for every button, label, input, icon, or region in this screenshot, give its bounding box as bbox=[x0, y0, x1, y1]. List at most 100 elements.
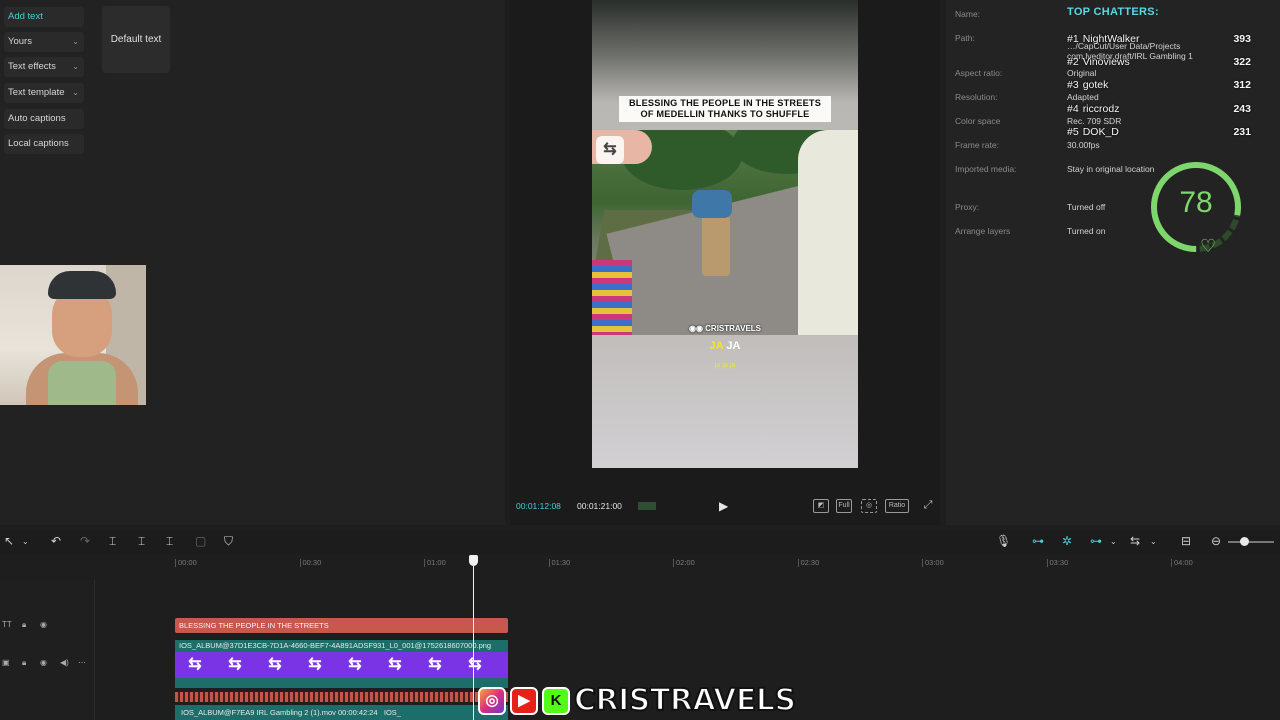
clip-thumbnail-icon: ⇆ bbox=[308, 656, 322, 673]
clip-thumbnail-icon: ⇆ bbox=[268, 656, 282, 673]
text-template-button[interactable]: Text template ⌄ bbox=[4, 83, 84, 103]
split-right-icon[interactable]: ⌶ bbox=[166, 534, 173, 549]
app-logo-icon: ⇆ bbox=[596, 136, 624, 164]
chatter-row: #5 DOK_D 231 bbox=[1067, 126, 1251, 138]
video-caption-line-2: OF MEDELLIN THANKS TO SHUFFLE bbox=[640, 109, 810, 119]
detail-label: Arrange layers bbox=[955, 226, 1011, 236]
chevron-down-icon: ⌄ bbox=[72, 37, 79, 46]
eye-icon[interactable]: ◉ bbox=[40, 620, 47, 629]
caption-icon[interactable]: ⊟ bbox=[1181, 534, 1191, 548]
chatter-name: gotek bbox=[1082, 79, 1109, 91]
webcam-feed bbox=[0, 265, 146, 405]
subtitle-rest: JA bbox=[726, 340, 741, 352]
zoom-slider[interactable] bbox=[1228, 541, 1274, 543]
ruler-tick: 01:30 bbox=[548, 558, 571, 567]
auto-captions-button[interactable]: Auto captions bbox=[4, 109, 84, 129]
detail-value: Rec. 709 SDR bbox=[1067, 116, 1122, 126]
timecode-total: 00:01:21:00 bbox=[577, 501, 622, 511]
timeline-toolbar: ↖ ⌄ ↶ ↷ ⌶ ⌶ ⌶ ▢ ⛉ 🎙 ⊶ ✲ ⊶ ⌄ ⇆ ⌄ ⊟ ⊖ bbox=[0, 530, 1280, 554]
chatter-points: 243 bbox=[1233, 103, 1251, 115]
video-person-shorts bbox=[692, 190, 732, 218]
main-track-magnet-icon[interactable]: ⊶ bbox=[1032, 534, 1044, 548]
ratio-button[interactable]: Ratio bbox=[885, 499, 909, 513]
yours-button[interactable]: Yours ⌄ bbox=[4, 32, 84, 52]
bottom-clip-suffix: IOS_ bbox=[383, 708, 401, 717]
detail-value: 30.00fps bbox=[1067, 140, 1100, 150]
text-clip[interactable]: BLESSING THE PEOPLE IN THE STREETS bbox=[175, 618, 508, 633]
add-text-label: Add text bbox=[8, 11, 43, 22]
chatter-points: 231 bbox=[1233, 126, 1251, 138]
microphone-icon[interactable]: 🎙 bbox=[996, 534, 1011, 548]
chevron-down-icon: ⌄ bbox=[72, 62, 79, 71]
zoom-out-icon[interactable]: ⊖ bbox=[1211, 534, 1221, 548]
chatter-name: NightWalker bbox=[1082, 33, 1140, 45]
chevron-down-icon[interactable]: ⌄ bbox=[1150, 537, 1157, 546]
full-button[interactable]: Full bbox=[836, 499, 852, 513]
playhead-handle[interactable] bbox=[469, 555, 478, 566]
video-scene bbox=[592, 130, 858, 335]
default-text-label: Default text bbox=[110, 34, 162, 45]
snapshot-icon[interactable]: ◎ bbox=[861, 499, 877, 513]
lock-icon[interactable]: 🔒︎ bbox=[22, 620, 26, 630]
speaker-icon[interactable]: ◀) bbox=[60, 658, 69, 667]
preview-axis-icon[interactable]: ⇆ bbox=[1130, 534, 1140, 548]
fullscreen-icon[interactable]: ⤢ bbox=[920, 499, 936, 513]
marker-icon[interactable]: ⛉ bbox=[224, 534, 233, 549]
bottom-clip[interactable]: IOS_ALBUM@F7EA9 IRL Gambling 2 (1).mov 0… bbox=[175, 705, 508, 720]
linkage-icon[interactable]: ⊶ bbox=[1090, 534, 1102, 548]
ruler-tick: 00:30 bbox=[299, 558, 322, 567]
video-clip-label[interactable]: IOS_ALBUM@37D1E3CB-7D1A-4660-BEF7-4A891A… bbox=[175, 640, 508, 652]
undo-icon[interactable]: ↶ bbox=[51, 534, 61, 548]
play-icon[interactable]: ▶ bbox=[719, 499, 728, 513]
delete-icon[interactable]: ▢ bbox=[195, 534, 206, 548]
chatter-row: #4 riccrodz 243 bbox=[1067, 103, 1251, 115]
text-panel: Add text Yours ⌄ Text effects ⌄ Text templ… bbox=[0, 0, 505, 525]
more-icon[interactable]: ⋯ bbox=[78, 658, 86, 667]
chatter-points: 312 bbox=[1233, 79, 1251, 91]
timeline-ruler[interactable]: 00:00 00:30 01:00 01:30 02:00 02:30 03:00 03:30… bbox=[175, 556, 1280, 570]
youtube-icon: ▶ bbox=[510, 687, 538, 715]
chevron-down-icon[interactable]: ⌄ bbox=[22, 537, 29, 546]
split-icon[interactable]: ⌶ bbox=[109, 534, 116, 549]
video-subtitle-small: ja ja ja bbox=[714, 362, 736, 369]
chatter-row: #1 NightWalker 393 bbox=[1067, 33, 1251, 45]
yours-label: Yours bbox=[8, 36, 32, 47]
playhead[interactable] bbox=[473, 560, 474, 720]
chatter-rank: #2 bbox=[1067, 56, 1079, 68]
eye-icon[interactable]: ◉ bbox=[40, 658, 47, 667]
video-clip-thumbnails[interactable]: ⇆ ⇆ ⇆ ⇆ ⇆ ⇆ ⇆ ⇆ bbox=[175, 652, 508, 678]
ruler-tick: 01:00 bbox=[424, 558, 446, 567]
local-captions-button[interactable]: Local captions bbox=[4, 134, 84, 154]
kick-icon: K bbox=[542, 687, 570, 715]
local-captions-label: Local captions bbox=[8, 138, 69, 149]
full-label: Full bbox=[838, 502, 850, 509]
default-text-card[interactable]: Default text bbox=[102, 6, 170, 73]
select-tool-icon[interactable]: ↖ bbox=[4, 534, 14, 548]
auto-captions-label: Auto captions bbox=[8, 113, 66, 124]
ruler-tick: 03:00 bbox=[922, 558, 944, 567]
chatter-rank: #5 bbox=[1067, 126, 1079, 138]
auto-snap-icon[interactable]: ✲ bbox=[1062, 534, 1072, 548]
text-effects-button[interactable]: Text effects ⌄ bbox=[4, 57, 84, 77]
player-panel: BLESSING THE PEOPLE IN THE STREETS OF ME… bbox=[510, 0, 940, 525]
score-value: 78 bbox=[1179, 186, 1213, 219]
redo-icon[interactable]: ↷ bbox=[80, 534, 90, 548]
ruler-tick: 04:00 bbox=[1171, 558, 1193, 567]
detail-label: Aspect ratio: bbox=[955, 68, 1003, 78]
webcam-person-tank-top bbox=[48, 361, 116, 405]
zoom-slider-handle[interactable] bbox=[1240, 537, 1249, 546]
lock-icon[interactable]: 🔒︎ bbox=[22, 658, 26, 668]
detail-value: Adapted bbox=[1067, 92, 1099, 102]
add-text-button[interactable]: Add text bbox=[4, 7, 84, 27]
video-preview[interactable]: BLESSING THE PEOPLE IN THE STREETS OF ME… bbox=[592, 0, 858, 468]
split-left-icon[interactable]: ⌶ bbox=[138, 534, 145, 549]
chatter-rank: #3 bbox=[1067, 79, 1079, 91]
audio-clip[interactable] bbox=[175, 692, 508, 702]
video-clip-strip bbox=[175, 678, 508, 688]
crop-icon[interactable]: ◩ bbox=[813, 499, 829, 513]
chevron-down-icon[interactable]: ⌄ bbox=[1110, 537, 1117, 546]
text-effects-label: Text effects bbox=[8, 61, 56, 72]
chatter-row: #2 Vinoviews 322 bbox=[1067, 56, 1251, 68]
chatter-name: riccrodz bbox=[1082, 103, 1120, 115]
detail-label: Resolution: bbox=[955, 92, 998, 102]
